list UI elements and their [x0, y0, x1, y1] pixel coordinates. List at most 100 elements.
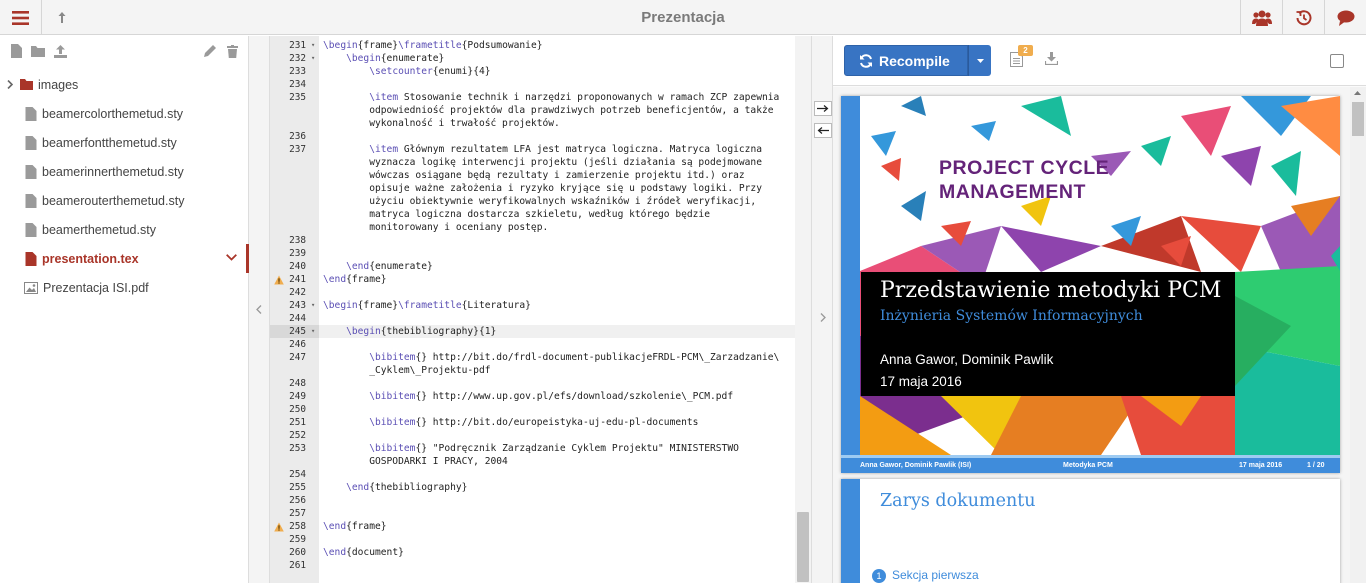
code-line[interactable]: \begin{frame}\frametitle{Literatura}	[323, 299, 531, 312]
slide-footer: Anna Gawor, Dominik Pawlik (ISI) Metodyk…	[841, 455, 1340, 473]
file-tree-panel: images beamercolorthemetud.sty beamerfon…	[0, 36, 249, 583]
code-line[interactable]: wówczas osiągane będą rezultaty i zamier…	[323, 169, 744, 182]
fold-toggle-icon[interactable]: ▾	[311, 39, 315, 52]
file-tree-item[interactable]: beamerouterthemetud.sty	[0, 186, 249, 215]
logo-line-1: PROJECT CYCLE	[939, 157, 1110, 179]
file-tree-item[interactable]: Prezentacja ISI.pdf	[0, 273, 249, 302]
code-line[interactable]: matryca logiczna dostarcza szkieletu, we…	[323, 208, 710, 221]
fold-toggle-icon[interactable]: ▾	[311, 325, 315, 338]
code-line[interactable]: wykonalność i trwałość projektów.	[323, 117, 560, 130]
file-tree-item[interactable]: beamercolorthemetud.sty	[0, 99, 249, 128]
code-line[interactable]: \end{frame}	[323, 520, 387, 533]
code-line[interactable]: \item Głównym rezultatem LFA jest matryc…	[323, 143, 762, 156]
line-number	[270, 195, 319, 208]
line-number: 252	[289, 430, 306, 441]
file-icon	[25, 164, 37, 179]
fold-toggle-icon[interactable]: ▾	[311, 299, 315, 312]
recompile-options-button[interactable]	[968, 45, 991, 76]
file-tree-resizer[interactable]	[249, 36, 270, 583]
line-number	[270, 364, 319, 377]
code-line[interactable]: \begin{enumerate}	[323, 52, 444, 65]
file-icon	[25, 135, 37, 150]
code-line[interactable]: monitorowany i oceniany postęp.	[323, 221, 548, 234]
code-line[interactable]: \bibitem{} http://bit.do/europeistyka-uj…	[323, 416, 698, 429]
download-pdf-button[interactable]	[1044, 52, 1061, 70]
new-file-icon[interactable]	[6, 41, 26, 61]
chat-button[interactable]	[1324, 0, 1366, 35]
sync-to-pdf-button[interactable]	[814, 101, 832, 116]
code-line[interactable]: _Cyklem\_Projektu-pdf	[323, 364, 490, 377]
editor-scrollbar-thumb[interactable]	[797, 512, 809, 582]
pdf-viewer[interactable]: PROJECT CYCLE MANAGEMENT Przedstawienie …	[833, 87, 1366, 583]
code-line[interactable]: opisuje ważne założenia i ryzyko kryjące…	[323, 182, 762, 195]
menu-button[interactable]	[0, 0, 42, 35]
file-tree-folder-images[interactable]: images	[0, 70, 249, 99]
code-line[interactable]: GOSPODARKI I PRACY, 2004	[323, 455, 508, 468]
pdf-scrollbar-thumb[interactable]	[1352, 102, 1364, 136]
sync-to-code-button[interactable]	[814, 123, 832, 138]
line-number	[270, 221, 319, 234]
rename-pencil-icon[interactable]	[200, 41, 220, 61]
footer-title: Metodyka PCM	[1063, 462, 1113, 469]
line-number: 237	[289, 144, 306, 155]
slide-date: 17 maja 2016	[880, 374, 962, 389]
history-button[interactable]	[1282, 0, 1324, 35]
line-number	[270, 455, 319, 468]
logo-line-2: MANAGEMENT	[939, 181, 1086, 203]
line-number: 256	[289, 495, 306, 506]
line-number: 259	[289, 534, 306, 545]
folder-icon	[20, 79, 33, 90]
chevron-down-icon[interactable]	[226, 254, 237, 261]
pdf-scrollbar[interactable]	[1350, 87, 1366, 583]
file-tree-item[interactable]: beamerthemetud.sty	[0, 215, 249, 244]
file-tree-item[interactable]: beamerfontthemetud.sty	[0, 128, 249, 157]
line-number	[270, 208, 319, 221]
warning-icon[interactable]	[274, 522, 284, 532]
new-folder-icon[interactable]	[28, 41, 48, 61]
recompile-button[interactable]: Recompile	[844, 45, 968, 76]
scroll-up-arrow-icon[interactable]	[1354, 91, 1361, 95]
code-line[interactable]: \end{thebibliography}	[323, 481, 467, 494]
code-line[interactable]: użyciu obiektywnie weryfikowalnych wskaź…	[323, 195, 756, 208]
chevron-right-icon[interactable]	[820, 313, 826, 322]
warning-icon[interactable]	[274, 275, 284, 285]
file-tree-item-active[interactable]: presentation.tex	[0, 244, 249, 273]
editor-gutter: 231 ▾ 232 ▾ 233 234 235 236 237 238 239 240 241 242 24…	[270, 36, 319, 583]
code-line[interactable]: \begin{frame}\frametitle{Podsumowanie}	[323, 39, 543, 52]
file-icon	[25, 251, 37, 266]
pdf-resizer[interactable]	[811, 36, 833, 583]
chevron-left-icon[interactable]	[256, 305, 262, 314]
file-icon	[25, 193, 37, 208]
code-line[interactable]: \bibitem{} http://www.up.gov.pl/efs/down…	[323, 390, 733, 403]
editor-scrollbar[interactable]	[795, 36, 811, 583]
code-editor[interactable]: 231 ▾ 232 ▾ 233 234 235 236 237 238 239 240 241 242 24…	[270, 36, 811, 583]
pdf-checkbox[interactable]	[1330, 54, 1344, 68]
chevron-right-icon[interactable]	[7, 80, 13, 89]
code-line[interactable]: \bibitem{} http://bit.do/frdl-document-p…	[323, 351, 779, 364]
arrow-right-icon	[817, 105, 829, 112]
code-line[interactable]: \item Stosowanie technik i narzędzi prop…	[323, 91, 779, 104]
code-line[interactable]: \end{document}	[323, 546, 404, 559]
line-number: 236	[289, 131, 306, 142]
pdf-page-1: PROJECT CYCLE MANAGEMENT Przedstawienie …	[841, 96, 1340, 473]
upload-icon[interactable]	[50, 41, 70, 61]
line-number: 242	[289, 287, 306, 298]
delete-trash-icon[interactable]	[222, 41, 242, 61]
code-line[interactable]: \end{frame}	[323, 273, 387, 286]
code-line[interactable]: \begin{thebibliography}{1}	[323, 325, 496, 338]
code-line[interactable]: \bibitem{} "Podręcznik Zarządzanie Cykle…	[323, 442, 739, 455]
line-number: 255	[289, 482, 306, 493]
code-line[interactable]: odpowiedniość projektów dla prawdziwych …	[323, 104, 773, 117]
code-line[interactable]: wyznacza logikę interwencji projektu (je…	[323, 156, 762, 169]
back-to-projects-button[interactable]	[42, 0, 82, 35]
line-number: 233	[289, 66, 306, 77]
file-tree-item[interactable]: beamerinnerthemetud.sty	[0, 157, 249, 186]
slide-authors: Anna Gawor, Dominik Pawlik	[880, 352, 1054, 367]
fold-toggle-icon[interactable]: ▾	[311, 52, 315, 65]
line-number: 234	[289, 79, 306, 90]
code-line[interactable]: \setcounter{enumi}{4}	[323, 65, 490, 78]
line-number: 244	[289, 313, 306, 324]
footer-date: 17 maja 2016	[1239, 462, 1283, 469]
code-line[interactable]: \end{enumerate}	[323, 260, 433, 273]
share-button[interactable]	[1240, 0, 1282, 35]
